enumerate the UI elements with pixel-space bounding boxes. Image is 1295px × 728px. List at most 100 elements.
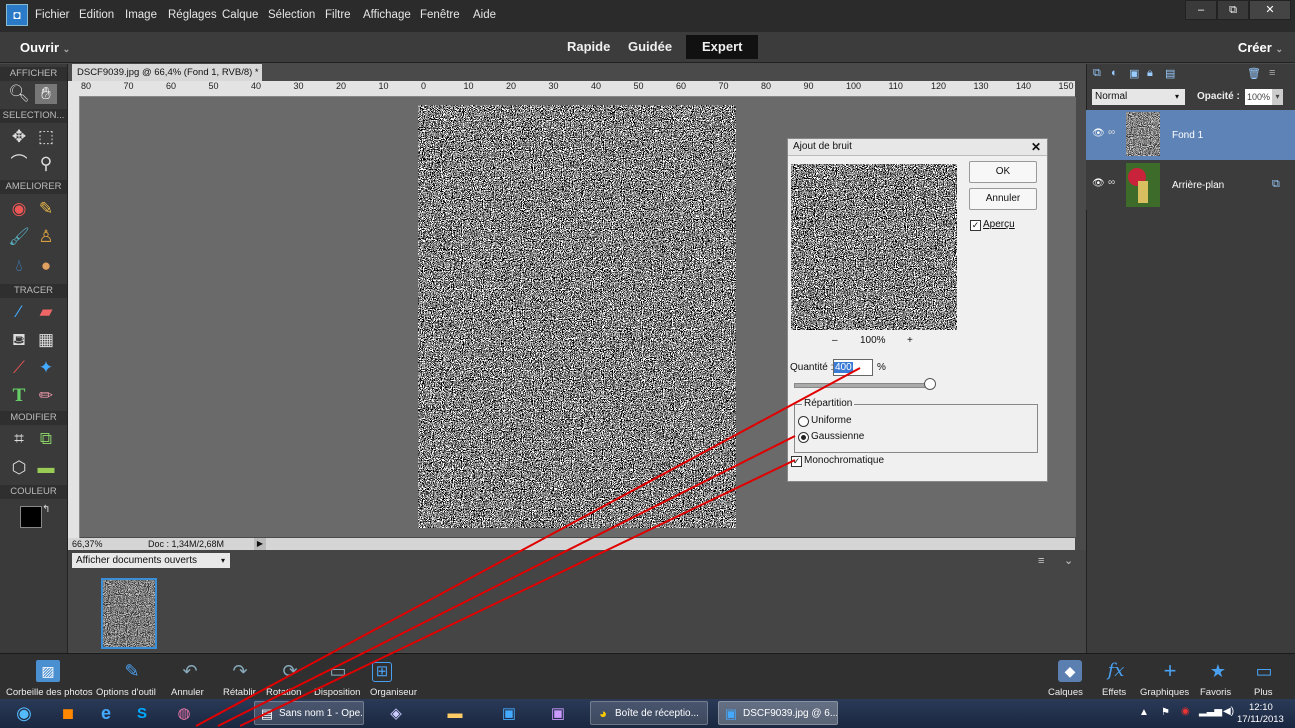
zoom-out-button[interactable]: – (832, 335, 838, 346)
ok-button[interactable]: OK (969, 161, 1037, 183)
organizer-button[interactable]: ⊞ Organiseur (370, 654, 420, 700)
tab-expert[interactable]: Expert (686, 35, 759, 59)
menu-reglages[interactable]: Réglages (168, 9, 217, 21)
document-tab[interactable]: DSCF9039.jpg @ 66,4% (Fond 1, RVB/8) * × (72, 64, 262, 95)
hand-tool-icon[interactable]: ✋︎ (35, 84, 57, 104)
link-icon[interactable]: ∞ (1108, 177, 1115, 188)
menu-filtre[interactable]: Filtre (325, 9, 351, 21)
menu-image[interactable]: Image (125, 9, 157, 21)
layer-row[interactable]: 👁︎ ∞ Fond 1 (1086, 110, 1295, 160)
preview-checkbox[interactable]: ✓ (970, 220, 981, 231)
network-icon[interactable]: ▂▃▅ (1199, 706, 1222, 717)
create-button[interactable]: Créer ⌄ (1238, 40, 1283, 55)
layout-button[interactable]: ▭ Disposition (312, 654, 372, 700)
smart-brush-icon[interactable]: 🖌︎ (8, 227, 30, 247)
menu-fichier[interactable]: Fichier (35, 9, 70, 21)
clock-date[interactable]: 17/11/2013 (1237, 714, 1284, 725)
trash-icon[interactable]: 🗑︎ (1247, 67, 1261, 80)
taskbar-window[interactable]: ▤ Sans nom 1 - Ope... (254, 701, 364, 725)
bin-thumbnail[interactable] (101, 578, 157, 649)
lasso-tool-icon[interactable]: ⌒ (8, 154, 30, 174)
menu-edition[interactable]: Edition (79, 9, 114, 21)
new-layer-icon[interactable]: ⧉ (1093, 67, 1105, 79)
amount-slider-track[interactable] (794, 383, 931, 388)
paint-bucket-icon[interactable]: ⛾ (8, 330, 30, 350)
tab-guidee[interactable]: Guidée (612, 37, 688, 57)
bin-options-icon[interactable]: ≡ (1038, 555, 1044, 567)
photo-bin-button[interactable]: ▨ Corbeille des photos (0, 654, 96, 700)
swap-colors-icon[interactable]: ↰ (42, 504, 50, 515)
eye-icon[interactable]: 👁︎ (1092, 178, 1105, 189)
eyedropper-icon[interactable]: ⟋ (8, 358, 30, 378)
undo-button[interactable]: ↶ Annuler (168, 654, 216, 700)
more-button[interactable]: ▭ Plus (1244, 654, 1284, 700)
menu-selection[interactable]: Sélection (268, 9, 315, 21)
menu-aide[interactable]: Aide (473, 9, 496, 21)
foreground-color-swatch[interactable] (20, 506, 42, 528)
internet-explorer-icon[interactable]: e (88, 701, 124, 726)
flag-icon[interactable]: ⚑ (1161, 707, 1170, 718)
effects-button[interactable]: fx Effets (1098, 654, 1138, 700)
link-icon[interactable]: ∞ (1108, 127, 1115, 138)
graphics-button[interactable]: + Graphiques (1140, 654, 1196, 700)
dialog-preview[interactable] (791, 164, 957, 330)
start-button[interactable]: ◉ (6, 701, 42, 726)
bin-dropdown[interactable]: Afficher documents ouverts ▾ (72, 553, 230, 568)
chevron-down-icon[interactable]: ▾ (1272, 89, 1283, 105)
clone-stamp-icon[interactable]: ♙ (35, 227, 57, 247)
favorites-button[interactable]: ★ Favoris (1198, 654, 1238, 700)
minimize-button[interactable]: – (1185, 0, 1217, 20)
restore-button[interactable]: ⧉ (1217, 0, 1249, 20)
collapse-bin-icon[interactable]: ⌄ (1064, 554, 1073, 567)
panel-menu-icon[interactable]: ≡ (1269, 67, 1281, 79)
layer-row[interactable]: 👁︎ ∞ Arrière-plan ⧉ (1086, 160, 1295, 210)
opacity-input[interactable]: 100% ▾ (1245, 89, 1283, 105)
zoom-readout[interactable]: 66,37% (72, 538, 103, 550)
content-move-icon[interactable]: ⬡ (8, 458, 30, 478)
lock-transparency-icon[interactable]: ▤ (1165, 67, 1177, 80)
layer-mask-icon[interactable]: ▣ (1129, 67, 1141, 80)
taskbar-window[interactable]: ▣ DSCF9039.jpg @ 6... (718, 701, 838, 725)
type-tool-icon[interactable]: T (8, 386, 30, 406)
custom-shape-icon[interactable]: ✦ (35, 358, 57, 378)
tool-options-button[interactable]: ✎ Options d'outil (96, 654, 168, 700)
straighten-tool-icon[interactable]: ▬ (35, 458, 57, 478)
red-eye-tool-icon[interactable]: ◉ (8, 199, 30, 219)
photoshop-elements-icon[interactable]: ▣ (491, 701, 527, 726)
layers-button[interactable]: ◆ Calques (1046, 654, 1094, 700)
show-hidden-icons-icon[interactable]: ▲ (1139, 707, 1149, 718)
zoom-in-button[interactable]: + (907, 335, 913, 346)
file-explorer-icon[interactable]: ▬ (437, 701, 473, 726)
quick-selection-icon[interactable]: ⚲ (35, 154, 57, 174)
noise-image[interactable] (418, 105, 736, 528)
firefox-icon[interactable]: ◍ (166, 701, 202, 726)
menu-fenetre[interactable]: Fenêtre (420, 9, 460, 21)
media-player-icon[interactable]: ◼ (50, 701, 86, 726)
uniform-radio[interactable] (798, 416, 809, 427)
eye-icon[interactable]: 👁︎ (1092, 128, 1105, 139)
app-icon[interactable]: ◈ (378, 701, 414, 726)
cancel-button[interactable]: Annuler (969, 188, 1037, 210)
marquee-tool-icon[interactable]: ⬚ (35, 127, 57, 147)
healing-brush-icon[interactable]: ✎ (35, 199, 57, 219)
lock-icon[interactable]: 🔒︎ (1147, 67, 1159, 79)
skype-icon[interactable]: S (124, 701, 160, 726)
gradient-tool-icon[interactable]: ▦ (35, 330, 57, 350)
sponge-tool-icon[interactable]: ● (35, 256, 57, 276)
amount-input[interactable]: 400 (833, 359, 873, 376)
crop-tool-icon[interactable]: ⌗ (8, 429, 30, 449)
menu-calque[interactable]: Calque (222, 9, 258, 21)
clock-time[interactable]: 12:10 (1249, 702, 1273, 713)
gaussian-radio[interactable] (798, 432, 809, 443)
zoom-tool-icon[interactable]: 🔍︎ (8, 84, 30, 104)
menu-affichage[interactable]: Affichage (363, 9, 411, 21)
dialog-titlebar[interactable]: Ajout de bruit ✕ (788, 139, 1047, 156)
status-menu-arrow-icon[interactable]: ▶ (254, 538, 266, 550)
amount-slider-thumb[interactable] (924, 378, 936, 390)
monochromatic-checkbox[interactable]: ✓ (791, 456, 802, 467)
rotate-button[interactable]: ⟳ Rotation (266, 654, 314, 700)
close-icon[interactable]: ✕ (1031, 139, 1041, 155)
move-tool-icon[interactable]: ✥ (8, 127, 30, 147)
eraser-tool-icon[interactable]: ▰ (35, 302, 57, 322)
recompose-tool-icon[interactable]: ⧉ (35, 429, 57, 449)
